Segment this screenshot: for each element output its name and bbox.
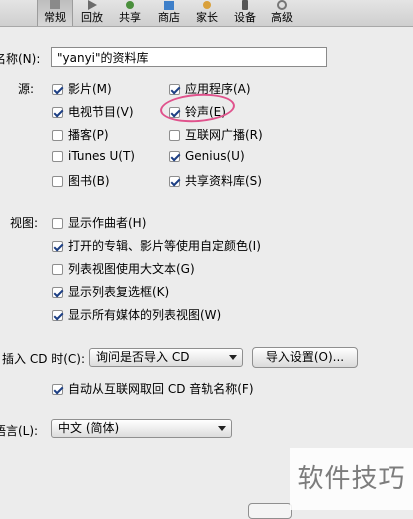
source-shared-libraries-label: 共享资料库(S): [185, 174, 262, 188]
tab-playback-label: 回放: [81, 11, 103, 24]
checkbox-box[interactable]: [52, 384, 63, 395]
tab-advanced[interactable]: 高级: [267, 0, 297, 26]
tab-devices-label: 设备: [234, 11, 256, 24]
checkbox-box[interactable]: [52, 218, 63, 229]
source-movies-checkbox[interactable]: 影片(M): [52, 80, 112, 98]
view-list-checkboxes-checkbox[interactable]: 显示列表复选框(K): [52, 283, 169, 301]
checkbox-box[interactable]: [52, 107, 63, 118]
view-list-view-all-media-checkbox[interactable]: 显示所有媒体的列表视图(W): [52, 306, 221, 324]
source-books-label: 图书(B): [68, 174, 110, 188]
chevron-down-icon: [229, 355, 237, 360]
checkbox-box[interactable]: [169, 176, 180, 187]
tab-store[interactable]: 商店: [153, 0, 185, 26]
tab-general[interactable]: 常规: [37, 0, 73, 26]
library-name-input[interactable]: [51, 47, 327, 67]
tab-advanced-label: 高级: [271, 11, 293, 24]
source-tv-shows-label: 电视节目(V): [68, 105, 134, 119]
checkbox-box[interactable]: [169, 151, 180, 162]
checkbox-box[interactable]: [52, 130, 63, 141]
view-show-composers-label: 显示作曲者(H): [68, 216, 147, 230]
insert-cd-label: 插入 CD 时(C):: [2, 352, 86, 366]
import-settings-button[interactable]: 导入设置(O)...: [252, 347, 358, 368]
watermark-text: 软件技巧: [290, 448, 413, 510]
view-custom-colors-label: 打开的专辑、影片等使用自定颜色(I): [68, 239, 261, 253]
source-movies-label: 影片(M): [68, 82, 112, 96]
sources-label: 源:: [18, 82, 35, 96]
tab-devices[interactable]: 设备: [230, 0, 260, 26]
checkbox-box[interactable]: [52, 151, 63, 162]
playback-icon: [76, 0, 108, 10]
tab-playback[interactable]: 回放: [76, 0, 108, 26]
view-list-view-all-media-label: 显示所有媒体的列表视图(W): [68, 308, 222, 322]
view-show-composers-checkbox[interactable]: 显示作曲者(H): [52, 214, 146, 232]
chevron-down-icon: [218, 426, 226, 431]
language-label: 语言(L):: [0, 424, 39, 438]
checkbox-box[interactable]: [169, 130, 180, 141]
view-large-text-checkbox[interactable]: 列表视图使用大文本(G): [52, 260, 195, 278]
checkbox-box[interactable]: [52, 176, 63, 187]
checkbox-box[interactable]: [52, 287, 63, 298]
tab-sharing-label: 共享: [119, 11, 141, 24]
general-icon: [38, 0, 72, 10]
sharing-icon: [115, 0, 145, 10]
source-podcasts-checkbox[interactable]: 播客(P): [52, 126, 109, 144]
source-shared-libraries-checkbox[interactable]: 共享资料库(S): [169, 172, 262, 190]
source-itunes-u-checkbox[interactable]: iTunes U(T): [52, 149, 135, 167]
library-name-label: 名称(N):: [0, 52, 41, 66]
language-popup[interactable]: 中文 (简体): [51, 419, 232, 438]
advanced-icon: [267, 0, 297, 10]
source-books-checkbox[interactable]: 图书(B): [52, 172, 110, 190]
tab-store-label: 商店: [158, 11, 180, 24]
view-custom-colors-checkbox[interactable]: 打开的专辑、影片等使用自定颜色(I): [52, 237, 261, 255]
source-tv-shows-checkbox[interactable]: 电视节目(V): [52, 103, 134, 121]
devices-icon: [230, 0, 260, 10]
checkbox-box[interactable]: [52, 84, 63, 95]
auto-retrieve-cd-names-checkbox[interactable]: 自动从互联网取回 CD 音轨名称(F): [52, 380, 254, 398]
tab-sharing[interactable]: 共享: [115, 0, 145, 26]
parental-icon: [191, 0, 223, 10]
source-genius-label: Genius(U): [185, 149, 245, 163]
checkbox-box[interactable]: [52, 264, 63, 275]
source-podcasts-label: 播客(P): [68, 128, 109, 142]
checkbox-box[interactable]: [169, 84, 180, 95]
store-icon: [153, 0, 185, 10]
language-selected: 中文 (简体): [58, 421, 120, 435]
source-genius-checkbox[interactable]: Genius(U): [169, 149, 245, 167]
insert-cd-popup[interactable]: 询问是否导入 CD: [89, 348, 243, 367]
source-internet-radio-label: 互联网广播(R): [185, 128, 263, 142]
view-large-text-label: 列表视图使用大文本(G): [68, 262, 195, 276]
checkbox-box[interactable]: [52, 310, 63, 321]
checkbox-box[interactable]: [52, 241, 63, 252]
source-itunes-u-label: iTunes U(T): [68, 149, 135, 163]
tab-general-label: 常规: [44, 11, 66, 24]
source-internet-radio-checkbox[interactable]: 互联网广播(R): [169, 126, 263, 144]
views-label: 视图:: [10, 216, 39, 230]
tab-parental[interactable]: 家长: [191, 0, 223, 26]
bottom-button[interactable]: [248, 503, 292, 519]
auto-retrieve-cd-names-label: 自动从互联网取回 CD 音轨名称(F): [68, 382, 254, 396]
view-list-checkboxes-label: 显示列表复选框(K): [68, 285, 170, 299]
tab-parental-label: 家长: [196, 11, 218, 24]
preferences-toolbar: 常规 回放 共享 商店 家长 设备 高级: [0, 0, 413, 27]
insert-cd-selected: 询问是否导入 CD: [96, 350, 190, 364]
